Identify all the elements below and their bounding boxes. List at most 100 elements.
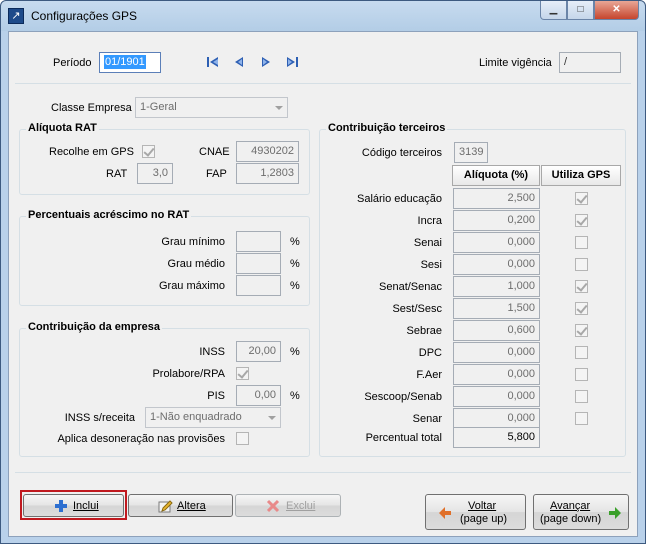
terceiros-salario-educacao-label: Salário educação bbox=[356, 193, 442, 205]
terceiros-f-aer-label: F.Aer bbox=[416, 369, 442, 381]
terceiros-senai-utiliza-checkbox[interactable] bbox=[575, 236, 588, 249]
terceiros-sescoop-senab-aliquota-field[interactable]: 0,000 bbox=[453, 386, 540, 407]
terceiros-sebrae-aliquota-field[interactable]: 0,600 bbox=[453, 320, 540, 341]
next-arrow-icon bbox=[262, 57, 270, 67]
grau-minimo-unit: % bbox=[290, 236, 300, 248]
periodo-label: Período bbox=[53, 57, 92, 69]
first-record-button[interactable] bbox=[204, 53, 222, 71]
chevron-down-icon bbox=[268, 416, 276, 420]
codigo-terceiros-label: Código terceiros bbox=[361, 147, 442, 159]
avancar-button[interactable]: Avançar (page down) bbox=[533, 494, 629, 530]
terceiros-sest-sesc-aliquota-field[interactable]: 1,500 bbox=[453, 298, 540, 319]
prolabore-checkbox[interactable] bbox=[236, 367, 249, 380]
altera-label: Altera bbox=[177, 500, 206, 512]
fap-field[interactable]: 1,2803 bbox=[236, 163, 299, 184]
close-button[interactable]: ✕ bbox=[594, 1, 639, 20]
terceiros-dpc-aliquota-field[interactable]: 0,000 bbox=[453, 342, 540, 363]
utiliza-gps-column-header: Utiliza GPS bbox=[541, 165, 621, 186]
terceiros-senar-utiliza-checkbox[interactable] bbox=[575, 412, 588, 425]
terceiros-sescoop-senab-utiliza-checkbox[interactable] bbox=[575, 390, 588, 403]
terceiros-f-aer-utiliza-checkbox[interactable] bbox=[575, 368, 588, 381]
terceiros-senat-senac-aliquota-field[interactable]: 1,000 bbox=[453, 276, 540, 297]
delete-icon bbox=[266, 499, 280, 513]
terceiros-dpc-label: DPC bbox=[418, 347, 442, 359]
inss-receita-value: 1-Não enquadrado bbox=[150, 411, 242, 423]
terceiros-senar-label: Senar bbox=[412, 413, 442, 425]
inclui-button[interactable]: Inclui bbox=[23, 494, 124, 517]
gps-config-window: ↗ Configurações GPS ▁ □ ✕ Período 01/190… bbox=[0, 0, 646, 544]
classe-empresa-select[interactable]: 1-Geral bbox=[135, 97, 288, 118]
terceiros-incra-aliquota-field[interactable]: 0,200 bbox=[453, 210, 540, 231]
contribuicao-terceiros-title: Contribuição terceiros bbox=[326, 122, 448, 134]
periodo-input[interactable]: 01/1901 bbox=[99, 52, 161, 73]
pis-unit: % bbox=[290, 390, 300, 402]
classe-empresa-label: Classe Empresa bbox=[51, 102, 132, 114]
voltar-shortcut: (page up) bbox=[460, 513, 508, 525]
contribuicao-empresa-group: Contribuição da empresa INSS 20,00 % Pro… bbox=[19, 321, 310, 457]
previous-record-button[interactable] bbox=[230, 53, 248, 71]
terceiros-sesi-label: Sesi bbox=[420, 259, 442, 271]
inss-label: INSS bbox=[199, 346, 225, 358]
terceiros-sesi-aliquota-field[interactable]: 0,000 bbox=[453, 254, 540, 275]
terceiros-senat-senac-label: Senat/Senac bbox=[379, 281, 442, 293]
voltar-button[interactable]: Voltar (page up) bbox=[425, 494, 526, 530]
avancar-shortcut: (page down) bbox=[540, 513, 602, 525]
next-record-button[interactable] bbox=[257, 53, 275, 71]
terceiros-senai-aliquota-field[interactable]: 0,000 bbox=[453, 232, 540, 253]
maximize-button[interactable]: □ bbox=[567, 1, 594, 20]
terceiros-sest-sesc-label: Sest/Sesc bbox=[392, 303, 442, 315]
pis-field[interactable]: 0,00 bbox=[236, 385, 281, 406]
percentual-total-label: Percentual total bbox=[365, 432, 442, 444]
edit-icon bbox=[157, 498, 173, 514]
recolhe-gps-checkbox[interactable] bbox=[142, 145, 155, 158]
grau-medio-input[interactable] bbox=[236, 253, 281, 274]
avancar-label: Avançar bbox=[550, 500, 591, 512]
terceiros-salario-educacao-utiliza-checkbox[interactable] bbox=[575, 192, 588, 205]
grau-medio-label: Grau médio bbox=[167, 258, 225, 270]
aliquota-rat-title: Alíquota RAT bbox=[26, 122, 99, 134]
terceiros-f-aer-aliquota-field[interactable]: 0,000 bbox=[453, 364, 540, 385]
inss-unit: % bbox=[290, 346, 300, 358]
cnae-field[interactable]: 4930202 bbox=[236, 141, 299, 162]
grau-minimo-input[interactable] bbox=[236, 231, 281, 252]
fap-label: FAP bbox=[206, 168, 227, 180]
terceiros-senat-senac-utiliza-checkbox[interactable] bbox=[575, 280, 588, 293]
percentuais-acrescimo-title: Percentuais acréscimo no RAT bbox=[26, 209, 192, 221]
previous-arrow-icon bbox=[235, 57, 243, 67]
terceiros-sebrae-utiliza-checkbox[interactable] bbox=[575, 324, 588, 337]
inss-receita-select[interactable]: 1-Não enquadrado bbox=[145, 407, 281, 428]
codigo-terceiros-field[interactable]: 3139 bbox=[454, 142, 488, 163]
terceiros-incra-utiliza-checkbox[interactable] bbox=[575, 214, 588, 227]
terceiros-sesi-utiliza-checkbox[interactable] bbox=[575, 258, 588, 271]
grau-maximo-unit: % bbox=[290, 280, 300, 292]
grau-maximo-input[interactable] bbox=[236, 275, 281, 296]
grau-medio-unit: % bbox=[290, 258, 300, 270]
aliquota-column-header: Alíquota (%) bbox=[452, 165, 540, 186]
title-bar[interactable]: ↗ Configurações GPS ▁ □ ✕ bbox=[1, 1, 645, 31]
aliquota-rat-group: Alíquota RAT Recolhe em GPS CNAE 4930202… bbox=[19, 122, 310, 195]
terceiros-sest-sesc-utiliza-checkbox[interactable] bbox=[575, 302, 588, 315]
app-icon: ↗ bbox=[8, 8, 24, 24]
inss-field[interactable]: 20,00 bbox=[236, 341, 281, 362]
rat-label: RAT bbox=[106, 168, 128, 180]
minimize-button[interactable]: ▁ bbox=[540, 1, 567, 20]
client-area: Período 01/1901 Limite vigência / Classe… bbox=[8, 31, 638, 537]
contribuicao-terceiros-group: Contribuição terceiros Código terceiros … bbox=[319, 122, 626, 457]
exclui-label: Exclui bbox=[286, 500, 316, 512]
desoneracao-checkbox[interactable] bbox=[236, 432, 249, 445]
voltar-label: Voltar bbox=[468, 500, 497, 512]
last-record-button[interactable] bbox=[283, 53, 301, 71]
window-title: Configurações GPS bbox=[31, 9, 138, 23]
limite-vigencia-input[interactable]: / bbox=[559, 52, 621, 73]
terceiros-salario-educacao-aliquota-field[interactable]: 2,500 bbox=[453, 188, 540, 209]
terceiros-dpc-utiliza-checkbox[interactable] bbox=[575, 346, 588, 359]
terceiros-senar-aliquota-field[interactable]: 0,000 bbox=[453, 408, 540, 429]
terceiros-sescoop-senab-label: Sescoop/Senab bbox=[364, 391, 442, 403]
rat-field[interactable]: 3,0 bbox=[137, 163, 173, 184]
terceiros-incra-label: Incra bbox=[417, 215, 442, 227]
inss-receita-label: INSS s/receita bbox=[64, 412, 135, 424]
exclui-button[interactable]: Exclui bbox=[235, 494, 341, 517]
altera-button[interactable]: Altera bbox=[128, 494, 233, 517]
periodo-value: 01/1901 bbox=[104, 55, 146, 69]
classe-empresa-value: 1-Geral bbox=[140, 101, 177, 113]
